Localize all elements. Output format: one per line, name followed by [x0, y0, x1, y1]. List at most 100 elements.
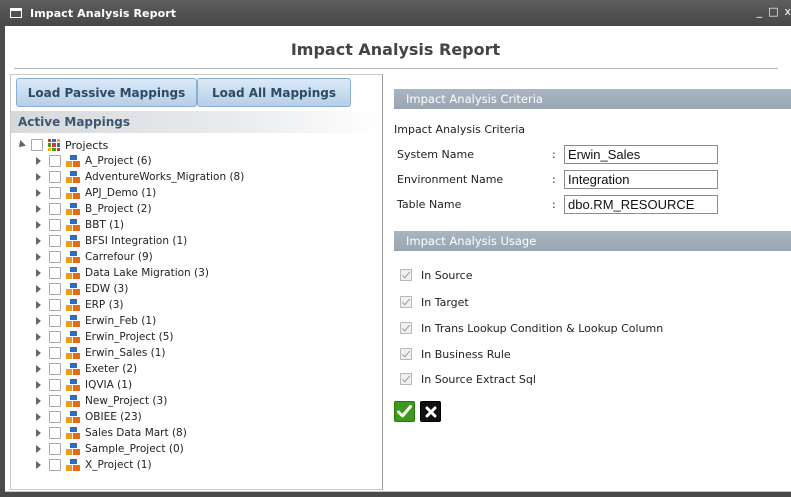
ok-button[interactable] — [394, 401, 415, 422]
in-trans-lookup-checkbox[interactable] — [400, 322, 412, 334]
tree-item-checkbox[interactable] — [49, 219, 61, 231]
tree-item[interactable]: AdventureWorks_Migration (8) — [36, 169, 244, 185]
in-source-checkbox[interactable] — [400, 269, 412, 281]
tree-item-checkbox[interactable] — [49, 427, 61, 439]
collapsed-arrow-icon[interactable] — [36, 269, 41, 277]
tree-item[interactable]: EDW (3) — [36, 281, 128, 297]
tree-item-label: Erwin_Feb (1) — [85, 315, 157, 327]
tree-item-checkbox[interactable] — [49, 315, 61, 327]
load-all-mappings-button[interactable]: Load All Mappings — [197, 78, 351, 107]
tree-item[interactable]: OBIEE (23) — [36, 409, 142, 425]
table-name-input[interactable]: dbo.RM_RESOURCE — [564, 194, 718, 214]
tree-item[interactable]: APJ_Demo (1) — [36, 185, 156, 201]
environment-name-row: Environment Name : Integration — [397, 169, 718, 189]
environment-name-input[interactable]: Integration — [564, 169, 718, 189]
tree-item-checkbox[interactable] — [49, 459, 61, 471]
tree-item-checkbox[interactable] — [49, 443, 61, 455]
left-panel: Load Passive Mappings Load All Mappings … — [10, 74, 383, 490]
in-target-checkbox[interactable] — [400, 296, 412, 308]
minimize-button[interactable]: _ — [757, 5, 763, 18]
collapsed-arrow-icon[interactable] — [36, 221, 41, 229]
collapsed-arrow-icon[interactable] — [36, 173, 41, 181]
tree-item[interactable]: Erwin_Sales (1) — [36, 345, 166, 361]
table-name-colon: : — [552, 197, 556, 211]
tree-item-checkbox[interactable] — [49, 187, 61, 199]
tree-item[interactable]: Exeter (2) — [36, 361, 137, 377]
collapsed-arrow-icon[interactable] — [36, 205, 41, 213]
tree-item[interactable]: Carrefour (9) — [36, 249, 153, 265]
tree-item-checkbox[interactable] — [49, 395, 61, 407]
collapsed-arrow-icon[interactable] — [36, 413, 41, 421]
tree-item-checkbox[interactable] — [49, 235, 61, 247]
usage-section-header: Impact Analysis Usage — [394, 231, 791, 251]
load-passive-mappings-button[interactable]: Load Passive Mappings — [16, 78, 197, 107]
tree-item-label: Exeter (2) — [85, 363, 138, 375]
tree-item[interactable]: Data Lake Migration (3) — [36, 265, 209, 281]
tree-item-label: AdventureWorks_Migration (8) — [85, 171, 245, 183]
tree-item-checkbox[interactable] — [49, 283, 61, 295]
maximize-button[interactable]: □ — [768, 5, 778, 18]
collapsed-arrow-icon[interactable] — [36, 253, 41, 261]
in-trans-lookup-option[interactable]: In Trans Lookup Condition & Lookup Colum… — [400, 320, 663, 336]
in-source-extract-sql-option[interactable]: In Source Extract Sql — [400, 371, 536, 387]
collapsed-arrow-icon[interactable] — [36, 301, 41, 309]
collapsed-arrow-icon[interactable] — [36, 349, 41, 357]
tree-item-label: OBIEE (23) — [85, 411, 142, 423]
collapsed-arrow-icon[interactable] — [36, 189, 41, 197]
tree-item[interactable]: BBT (1) — [36, 217, 124, 233]
environment-name-colon: : — [552, 172, 556, 186]
collapsed-arrow-icon[interactable] — [36, 461, 41, 469]
tree-item[interactable]: New_Project (3) — [36, 393, 167, 409]
collapsed-arrow-icon[interactable] — [36, 429, 41, 437]
in-target-option[interactable]: In Target — [400, 294, 469, 310]
tree-item-label: X_Project (1) — [85, 459, 152, 471]
in-source-extract-sql-checkbox[interactable] — [400, 373, 412, 385]
tree-item[interactable]: B_Project (2) — [36, 201, 152, 217]
expanded-arrow-icon[interactable] — [16, 140, 26, 150]
tree-item-checkbox[interactable] — [49, 203, 61, 215]
window-title: Impact Analysis Report — [30, 6, 177, 20]
collapsed-arrow-icon[interactable] — [36, 157, 41, 165]
tree-item[interactable]: IQVIA (1) — [36, 377, 132, 393]
in-business-rule-option[interactable]: In Business Rule — [400, 346, 511, 362]
tree-item-checkbox[interactable] — [49, 251, 61, 263]
collapsed-arrow-icon[interactable] — [36, 317, 41, 325]
collapsed-arrow-icon[interactable] — [36, 237, 41, 245]
criteria-subtitle: Impact Analysis Criteria — [394, 123, 526, 136]
tree-item-checkbox[interactable] — [49, 155, 61, 167]
tree-item[interactable]: ERP (3) — [36, 297, 123, 313]
root-checkbox[interactable] — [31, 139, 43, 151]
in-source-option[interactable]: In Source — [400, 267, 473, 283]
collapsed-arrow-icon[interactable] — [36, 333, 41, 341]
tree-item-checkbox[interactable] — [49, 363, 61, 375]
bottom-divider — [5, 491, 791, 492]
collapsed-arrow-icon[interactable] — [36, 397, 41, 405]
tree-item[interactable]: Erwin_Feb (1) — [36, 313, 156, 329]
tree-item-label: B_Project (2) — [85, 203, 152, 215]
tree-item-checkbox[interactable] — [49, 331, 61, 343]
tree-item-checkbox[interactable] — [49, 299, 61, 311]
tree-item[interactable]: Sales Data Mart (8) — [36, 425, 187, 441]
tree-item-checkbox[interactable] — [49, 171, 61, 183]
system-name-input[interactable]: Erwin_Sales — [564, 144, 718, 164]
system-name-row: System Name : Erwin_Sales — [397, 144, 718, 164]
environment-name-label: Environment Name — [397, 172, 504, 186]
tree-item[interactable]: Sample_Project (0) — [36, 441, 184, 457]
collapsed-arrow-icon[interactable] — [36, 445, 41, 453]
tree-item-checkbox[interactable] — [49, 267, 61, 279]
tree-item-checkbox[interactable] — [49, 379, 61, 391]
cancel-button[interactable] — [420, 401, 441, 422]
tree-root-projects[interactable]: Projects — [16, 137, 108, 153]
tree-item[interactable]: BFSI Integration (1) — [36, 233, 187, 249]
tree-item[interactable]: A_Project (6) — [36, 153, 152, 169]
collapsed-arrow-icon[interactable] — [36, 365, 41, 373]
close-button[interactable]: x — [784, 5, 791, 18]
tree-item[interactable]: X_Project (1) — [36, 457, 152, 473]
collapsed-arrow-icon[interactable] — [36, 285, 41, 293]
collapsed-arrow-icon[interactable] — [36, 381, 41, 389]
tree-item-checkbox[interactable] — [49, 347, 61, 359]
tree-item-checkbox[interactable] — [49, 411, 61, 423]
tree-item[interactable]: Erwin_Project (5) — [36, 329, 174, 345]
project-icon — [66, 266, 80, 280]
in-business-rule-checkbox[interactable] — [400, 348, 412, 360]
